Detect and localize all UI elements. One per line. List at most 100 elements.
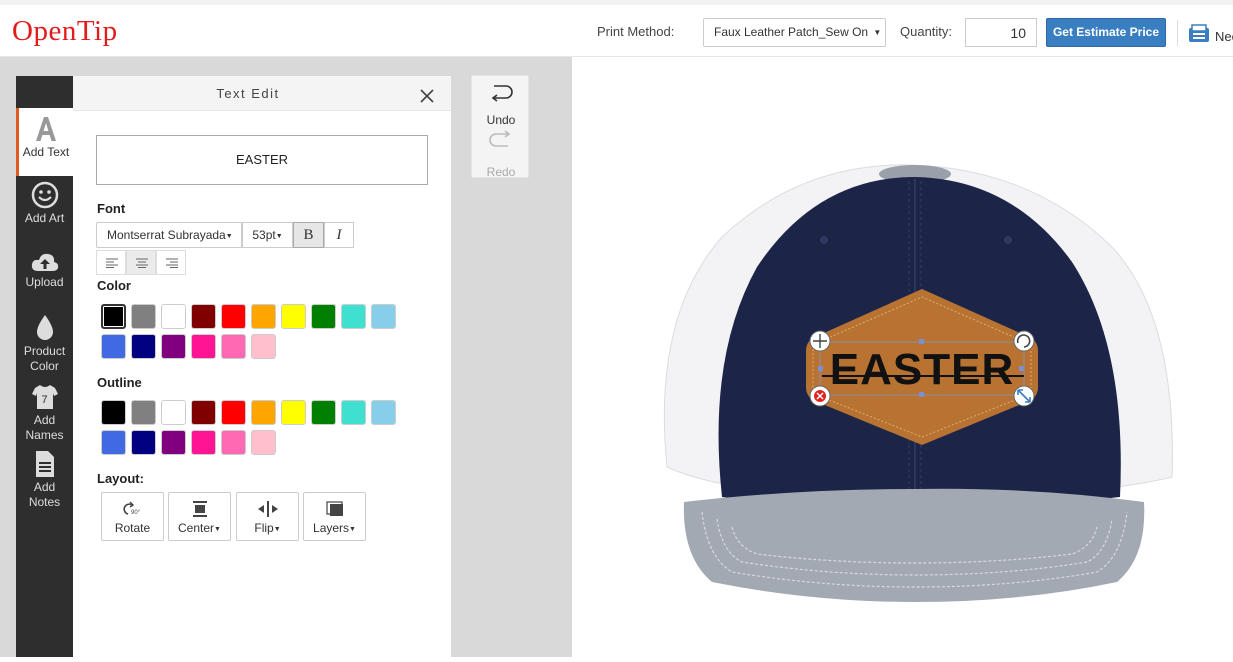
get-estimate-price-button[interactable]: Get Estimate Price	[1046, 18, 1166, 47]
jersey-number: 7	[41, 394, 48, 406]
center-icon	[192, 501, 207, 517]
color-swatch-2[interactable]	[161, 304, 186, 329]
align-left-icon	[106, 258, 118, 268]
color-swatch-0[interactable]	[101, 304, 126, 329]
color-swatch-1[interactable]	[131, 304, 156, 329]
layers-button[interactable]: Layers▼	[303, 492, 366, 541]
font-label: Font	[97, 201, 126, 216]
color-swatch-4[interactable]	[221, 304, 246, 329]
outline-label: Outline	[97, 375, 142, 390]
color-swatch-15[interactable]	[251, 334, 276, 359]
color-swatch-12[interactable]	[161, 334, 186, 359]
outline-swatch-2[interactable]	[161, 400, 186, 425]
color-swatch-6[interactable]	[281, 304, 306, 329]
color-swatch-5[interactable]	[251, 304, 276, 329]
need-help-icon[interactable]	[1188, 24, 1210, 44]
side-toolbar: Add Text Add Art Upload Product Color 7 …	[16, 76, 73, 657]
outline-swatch-15[interactable]	[251, 430, 276, 455]
toolbar-add-names[interactable]: 7 Add Names	[16, 383, 73, 445]
color-swatch-9[interactable]	[371, 304, 396, 329]
print-method-value: Faux Leather Patch_Sew On	[714, 25, 869, 39]
font-family-select[interactable]: Montserrat Subrayada▼	[96, 222, 242, 248]
rotate-label: Rotate	[114, 521, 151, 535]
upload-label: Upload	[25, 275, 64, 289]
center-button[interactable]: Center▼	[168, 492, 231, 541]
move-handle-icon[interactable]	[809, 330, 831, 352]
add-text-label: Add Text	[22, 145, 70, 159]
design-canvas[interactable]: EASTER	[572, 57, 1233, 657]
redo-icon[interactable]	[488, 130, 514, 152]
outline-swatch-6[interactable]	[281, 400, 306, 425]
quantity-label: Quantity:	[900, 24, 953, 39]
quantity-input[interactable]	[965, 18, 1037, 47]
caret-down-icon: ▼	[871, 28, 882, 37]
outline-swatch-13[interactable]	[191, 430, 216, 455]
close-icon[interactable]	[420, 89, 434, 103]
rotate-handle-icon[interactable]	[1013, 330, 1035, 352]
outline-swatch-0[interactable]	[101, 400, 126, 425]
patch-text[interactable]: EASTER	[830, 345, 1014, 394]
droplet-icon	[36, 315, 53, 340]
font-size-select[interactable]: 53pt▼	[242, 222, 293, 248]
flip-dropdown: Flip▼	[237, 521, 298, 535]
align-center-button[interactable]	[126, 250, 156, 275]
add-notes-label-2: Notes	[28, 495, 61, 509]
text-edit-panel: Text Edit EASTER Font Montserrat Subraya…	[73, 76, 451, 657]
toolbar-product-color[interactable]: Product Color	[16, 314, 73, 376]
redo-button[interactable]: Redo	[472, 165, 530, 179]
flip-button[interactable]: Flip▼	[236, 492, 299, 541]
font-size-value: 53pt	[252, 228, 276, 242]
color-swatch-3[interactable]	[191, 304, 216, 329]
text-input[interactable]: EASTER	[96, 135, 428, 185]
add-notes-label-1: Add	[33, 480, 56, 494]
toolbar-add-text[interactable]: Add Text	[16, 108, 73, 176]
outline-swatch-7[interactable]	[311, 400, 336, 425]
flip-label: Flip	[254, 521, 274, 535]
outline-swatch-3[interactable]	[191, 400, 216, 425]
align-left-button[interactable]	[96, 250, 126, 275]
align-right-icon	[166, 258, 178, 268]
undo-button[interactable]: Undo	[472, 113, 530, 127]
flip-icon	[257, 501, 278, 517]
top-header: OpenTip Print Method: Faux Leather Patch…	[0, 0, 1233, 57]
print-method-select[interactable]: Faux Leather Patch_Sew On ▼	[703, 18, 886, 47]
color-swatch-11[interactable]	[131, 334, 156, 359]
hat-preview: EASTER	[663, 164, 1173, 602]
add-names-label-1: Add	[33, 413, 56, 427]
italic-button[interactable]: I	[324, 222, 354, 248]
color-swatch-10[interactable]	[101, 334, 126, 359]
bold-button[interactable]: B	[293, 222, 324, 248]
outline-swatch-9[interactable]	[371, 400, 396, 425]
outline-swatch-4[interactable]	[221, 400, 246, 425]
need-help-label[interactable]: Nee	[1215, 29, 1233, 44]
rotate-degree-label: 90°	[131, 510, 141, 516]
layers-label: Layers	[313, 521, 350, 535]
delete-handle-icon[interactable]	[809, 385, 831, 407]
toolbar-upload[interactable]: Upload	[16, 251, 73, 296]
color-swatch-14[interactable]	[221, 334, 246, 359]
align-center-icon	[136, 258, 148, 268]
toolbar-add-art[interactable]: Add Art	[16, 181, 73, 236]
outline-swatch-1[interactable]	[131, 400, 156, 425]
color-swatch-7[interactable]	[311, 304, 336, 329]
outline-swatch-10[interactable]	[101, 430, 126, 455]
outline-swatch-12[interactable]	[161, 430, 186, 455]
opentip-logo[interactable]: OpenTip	[12, 15, 118, 48]
outline-swatch-14[interactable]	[221, 430, 246, 455]
outline-swatch-5[interactable]	[251, 400, 276, 425]
outline-swatch-11[interactable]	[131, 430, 156, 455]
panel-title: Text Edit	[216, 86, 280, 101]
rotate-button[interactable]: 90° Rotate	[101, 492, 164, 541]
caret-down-icon: ▼	[273, 526, 281, 533]
resize-handle-icon[interactable]	[1013, 385, 1035, 407]
color-swatch-8[interactable]	[341, 304, 366, 329]
header-divider	[1177, 20, 1178, 46]
outline-swatch-8[interactable]	[341, 400, 366, 425]
caret-down-icon: ▼	[275, 233, 283, 240]
product-color-label-1: Product	[23, 344, 66, 358]
color-swatch-13[interactable]	[191, 334, 216, 359]
undo-icon[interactable]	[488, 82, 514, 104]
align-right-button[interactable]	[156, 250, 186, 275]
center-dropdown: Center▼	[169, 521, 230, 535]
toolbar-add-notes[interactable]: Add Notes	[16, 450, 73, 512]
